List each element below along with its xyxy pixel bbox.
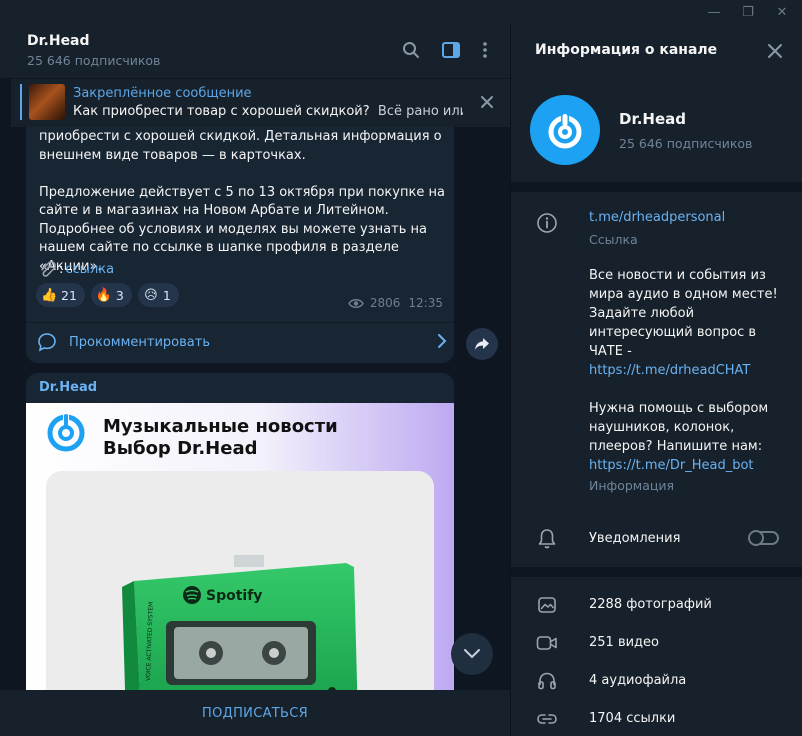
- video-icon: [536, 632, 558, 654]
- pinned-text: Как приобрести товар с хорошей скидкой? …: [73, 104, 463, 119]
- section-separator: [511, 567, 802, 577]
- pinned-thumbnail: [29, 84, 65, 120]
- close-icon: [481, 96, 493, 108]
- reaction-count: 3: [115, 287, 124, 303]
- photo-title-line: Выбор Dr.Head: [103, 438, 258, 459]
- chevron-right-icon: [438, 334, 447, 348]
- cassette-player-image: Spotify VOICE ACTIVATED SYSTEM: [122, 555, 358, 690]
- message-paragraph: приобрести с хорошей скидкой. Детальная …: [39, 129, 442, 163]
- channel-info-panel: Информация о канале Dr.Head 25 646 подпи…: [511, 24, 802, 736]
- message-feed[interactable]: приобрести с хорошей скидкой. Детальная …: [0, 127, 510, 690]
- pinned-message[interactable]: Закреплённое сообщение Как приобрести то…: [11, 79, 510, 127]
- bot-link[interactable]: https://t.me/Dr_Head_bot: [589, 456, 779, 475]
- maximize-icon: ❐: [742, 4, 754, 20]
- forward-icon: [475, 338, 489, 350]
- info-icon: [536, 212, 558, 234]
- description-label: Информация: [589, 478, 675, 493]
- thumbs-up-icon: 👍: [41, 287, 58, 303]
- message-time: 12:35: [408, 296, 443, 310]
- stat-links[interactable]: 1704 ссылки: [589, 711, 675, 726]
- message-bubble: Dr.Head Музыкальные новости Выбор Dr.Hea…: [26, 373, 454, 690]
- divider: [26, 322, 454, 323]
- bell-icon: [536, 528, 558, 550]
- sidebar-toggle-button[interactable]: [440, 39, 462, 61]
- chat-link[interactable]: https://t.me/drheadCHAT: [589, 361, 779, 380]
- disappointed-face-icon: 😥: [144, 287, 158, 303]
- pinned-preview: Всё рано или...: [377, 104, 463, 119]
- link-icon: [536, 708, 558, 730]
- search-button[interactable]: [400, 39, 422, 61]
- info-title: Информация о канале: [535, 42, 718, 58]
- channel-link[interactable]: t.me/drheadpersonal: [589, 210, 725, 225]
- close-icon: [768, 44, 782, 58]
- drhead-logo-icon: [47, 412, 85, 452]
- photo-icon: [536, 594, 558, 616]
- reaction-count: 1: [162, 287, 171, 303]
- stat-audio[interactable]: 4 аудиофайла: [589, 673, 686, 688]
- close-info-button[interactable]: [766, 42, 784, 60]
- close-window-button[interactable]: ✕: [765, 0, 799, 24]
- notifications-toggle[interactable]: [748, 530, 779, 546]
- description-text: Все новости и события из мира аудио в од…: [589, 268, 778, 359]
- channel-link-label: Ссылка: [589, 232, 638, 247]
- channel-subscribers: 25 646 подписчиков: [619, 136, 753, 151]
- product-card: Spotify VOICE ACTIVATED SYSTEM: [46, 471, 434, 690]
- minimize-icon: —: [707, 4, 721, 20]
- message-meta: 2806 12:35: [348, 296, 443, 310]
- close-icon: ✕: [776, 4, 788, 20]
- description-text: Нужна помощь с выбором наушников, колоно…: [589, 401, 769, 454]
- search-icon: [403, 42, 419, 58]
- photo-title-line: Музыкальные новости: [103, 416, 338, 437]
- reactions: 👍 21 🔥 3 😥 1: [36, 283, 179, 307]
- scroll-to-bottom-button[interactable]: [451, 633, 493, 675]
- chat-title[interactable]: Dr.Head: [27, 33, 90, 49]
- more-icon: [483, 42, 487, 58]
- more-menu-button[interactable]: [474, 39, 496, 61]
- notifications-label: Уведомления: [589, 531, 681, 546]
- message-photo[interactable]: Музыкальные новости Выбор Dr.Head Spotif…: [26, 403, 454, 690]
- window-title-bar: — ❐ ✕: [0, 0, 802, 24]
- reaction-count: 21: [61, 287, 77, 303]
- channel-avatar[interactable]: [530, 95, 600, 165]
- subscribe-button[interactable]: ПОДПИСАТЬСЯ: [0, 690, 510, 736]
- channel-description: Все новости и события из мира аудио в од…: [589, 266, 779, 475]
- message-link[interactable]: ссылка: [65, 262, 114, 277]
- views-count: 2806: [369, 296, 401, 310]
- stat-videos[interactable]: 251 видео: [589, 635, 659, 650]
- minimize-button[interactable]: —: [697, 0, 731, 24]
- paperclip-icon: [41, 261, 56, 277]
- message-bubble: приобрести с хорошей скидкой. Детальная …: [26, 127, 454, 363]
- chat-subscribers: 25 646 подписчиков: [27, 53, 161, 68]
- views-eye-icon: [348, 298, 364, 308]
- drhead-logo-icon: [548, 112, 582, 149]
- pinned-indicator: [20, 84, 22, 120]
- message-link-line: : ссылка: [39, 261, 114, 277]
- reaction-thumbs-up[interactable]: 👍 21: [36, 283, 85, 307]
- link-prefix: :: [59, 261, 64, 277]
- message-author[interactable]: Dr.Head: [39, 380, 97, 395]
- maximize-button[interactable]: ❐: [731, 0, 765, 24]
- reaction-disappointed[interactable]: 😥 1: [137, 283, 179, 307]
- forward-button[interactable]: [466, 328, 498, 360]
- chevron-down-icon: [464, 649, 480, 659]
- pinned-title: Как приобрести товар с хорошей скидкой?: [73, 104, 370, 119]
- comment-label: Прокомментировать: [69, 334, 210, 350]
- comment-button[interactable]: Прокомментировать: [37, 325, 447, 359]
- pinned-label: Закреплённое сообщение: [73, 86, 252, 101]
- fire-icon: 🔥: [95, 287, 113, 303]
- stat-photos[interactable]: 2288 фотографий: [589, 597, 712, 612]
- channel-name: Dr.Head: [619, 110, 686, 128]
- reaction-fire[interactable]: 🔥 3: [90, 283, 132, 307]
- spotify-label: Spotify: [206, 588, 262, 604]
- chat-header[interactable]: Dr.Head 25 646 подписчиков: [0, 24, 510, 78]
- close-pinned-button[interactable]: [478, 93, 496, 111]
- headphones-icon: [536, 670, 558, 692]
- photo-title: Музыкальные новости Выбор Dr.Head: [103, 416, 338, 460]
- section-separator: [511, 182, 802, 192]
- sidebar-icon: [442, 42, 460, 58]
- comment-icon: [38, 333, 56, 352]
